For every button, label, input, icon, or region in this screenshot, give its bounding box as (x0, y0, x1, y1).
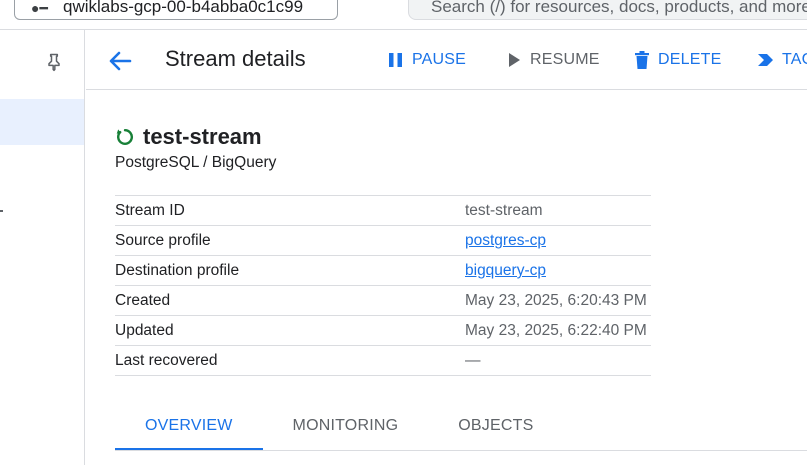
tab-objects[interactable]: OBJECTS (428, 405, 563, 451)
tag-icon (758, 54, 773, 66)
tab-bar: OVERVIEW MONITORING OBJECTS (115, 405, 563, 451)
tag-button-label: TAG (782, 51, 807, 68)
nav-item-marker (0, 210, 3, 212)
pause-button-label: PAUSE (412, 51, 467, 68)
top-bar: ●━ qwiklabs-gcp-00-b4abba0c1c99 Search (… (0, 0, 807, 29)
detail-key: Source profile (115, 232, 211, 249)
pin-icon[interactable] (44, 52, 64, 72)
search-placeholder: Search (/) for resources, docs, products… (431, 0, 807, 16)
nav-item-active[interactable] (0, 99, 84, 145)
detail-row-stream-id: Stream ID test-stream (115, 196, 651, 226)
tag-button[interactable]: TAG (756, 49, 807, 71)
search-input[interactable]: Search (/) for resources, docs, products… (408, 0, 807, 20)
detail-key: Stream ID (115, 202, 185, 219)
left-nav-rail (0, 30, 85, 465)
page-title: Stream details (165, 46, 306, 71)
page-header: Stream details PAUSE RESUME DELETE TAG (86, 30, 807, 90)
tab-monitoring[interactable]: MONITORING (263, 405, 429, 451)
destination-profile-link[interactable]: bigquery-cp (465, 262, 546, 280)
detail-row-destination-profile: Destination profile bigquery-cp (115, 256, 651, 286)
detail-value: May 23, 2025, 6:22:40 PM (465, 322, 647, 339)
detail-row-updated: Updated May 23, 2025, 6:22:40 PM (115, 316, 651, 346)
delete-button-label: DELETE (658, 51, 722, 68)
project-selector[interactable]: ●━ qwiklabs-gcp-00-b4abba0c1c99 (14, 0, 338, 20)
stream-overview: test-stream PostgreSQL / BigQuery Stream… (86, 91, 807, 465)
trash-icon (635, 51, 649, 69)
detail-row-source-profile: Source profile postgres-cp (115, 226, 651, 256)
detail-key: Created (115, 292, 171, 309)
resume-button[interactable]: RESUME (504, 49, 600, 71)
running-status-icon (116, 129, 134, 145)
detail-key: Last recovered (115, 352, 218, 369)
detail-value: test-stream (465, 202, 543, 219)
tab-bar-divider (115, 450, 807, 451)
resume-button-label: RESUME (530, 51, 600, 68)
detail-key: Updated (115, 322, 174, 339)
play-icon (509, 53, 520, 67)
detail-key: Destination profile (115, 262, 240, 279)
stream-details-table: Stream ID test-stream Source profile pos… (115, 195, 651, 376)
pause-button[interactable]: PAUSE (386, 49, 466, 71)
detail-row-created: Created May 23, 2025, 6:20:43 PM (115, 286, 651, 316)
source-profile-link[interactable]: postgres-cp (465, 232, 546, 250)
delete-button[interactable]: DELETE (632, 49, 721, 71)
stream-subtitle: PostgreSQL / BigQuery (115, 154, 277, 171)
stream-title: test-stream (115, 124, 262, 150)
detail-value: May 23, 2025, 6:20:43 PM (465, 292, 647, 309)
detail-row-last-recovered: Last recovered — (115, 346, 651, 376)
project-selector-label: qwiklabs-gcp-00-b4abba0c1c99 (63, 0, 304, 16)
tab-overview[interactable]: OVERVIEW (115, 405, 263, 451)
pause-icon (389, 53, 402, 67)
stream-name: test-stream (143, 124, 262, 149)
detail-value: — (465, 352, 481, 369)
project-dots-icon: ●━ (31, 0, 48, 16)
back-arrow-icon[interactable] (106, 48, 134, 74)
